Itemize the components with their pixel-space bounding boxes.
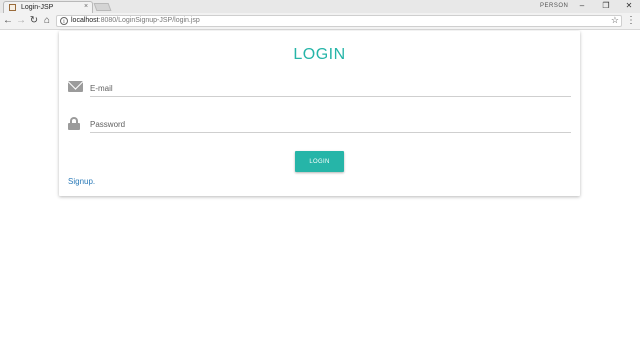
minimize-button[interactable]: – bbox=[572, 0, 592, 12]
url-host: localhost bbox=[71, 17, 99, 24]
tab-strip: Login-JSP × PERSON – ❐ ✕ bbox=[0, 0, 640, 13]
profile-button[interactable]: PERSON bbox=[540, 3, 568, 10]
signup-link[interactable]: Signup. bbox=[68, 177, 95, 186]
favicon-icon bbox=[9, 4, 16, 11]
bookmark-star-icon[interactable]: ☆ bbox=[611, 15, 619, 26]
envelope-icon bbox=[68, 81, 83, 92]
browser-menu-icon[interactable]: ⋮ bbox=[626, 13, 636, 29]
tab-title: Login-JSP bbox=[21, 4, 54, 11]
forward-button[interactable]: → bbox=[15, 13, 27, 29]
email-input[interactable] bbox=[90, 80, 571, 97]
browser-toolbar: ← → ↻ ⌂ i localhost:8080/LoginSignup-JSP… bbox=[0, 13, 640, 30]
tab-close-icon[interactable]: × bbox=[84, 2, 88, 12]
url-text[interactable]: localhost:8080/LoginSignup-JSP/login.jsp bbox=[71, 16, 200, 26]
browser-tab[interactable]: Login-JSP × bbox=[3, 1, 93, 13]
new-tab-button[interactable] bbox=[93, 3, 112, 11]
close-window-button[interactable]: ✕ bbox=[619, 0, 639, 12]
address-bar[interactable]: i localhost:8080/LoginSignup-JSP/login.j… bbox=[56, 15, 622, 27]
url-path: :8080/LoginSignup-JSP/login.jsp bbox=[98, 17, 200, 24]
login-card: LOGIN LOGIN Signup. bbox=[59, 31, 580, 196]
reload-button[interactable]: ↻ bbox=[28, 13, 40, 29]
back-button[interactable]: ← bbox=[2, 13, 14, 29]
site-info-icon[interactable]: i bbox=[60, 17, 68, 25]
lock-icon bbox=[68, 117, 80, 130]
restore-button[interactable]: ❐ bbox=[596, 0, 616, 12]
home-button[interactable]: ⌂ bbox=[41, 13, 53, 29]
page-title: LOGIN bbox=[293, 46, 346, 63]
password-input[interactable] bbox=[90, 116, 571, 133]
login-button[interactable]: LOGIN bbox=[295, 151, 344, 172]
